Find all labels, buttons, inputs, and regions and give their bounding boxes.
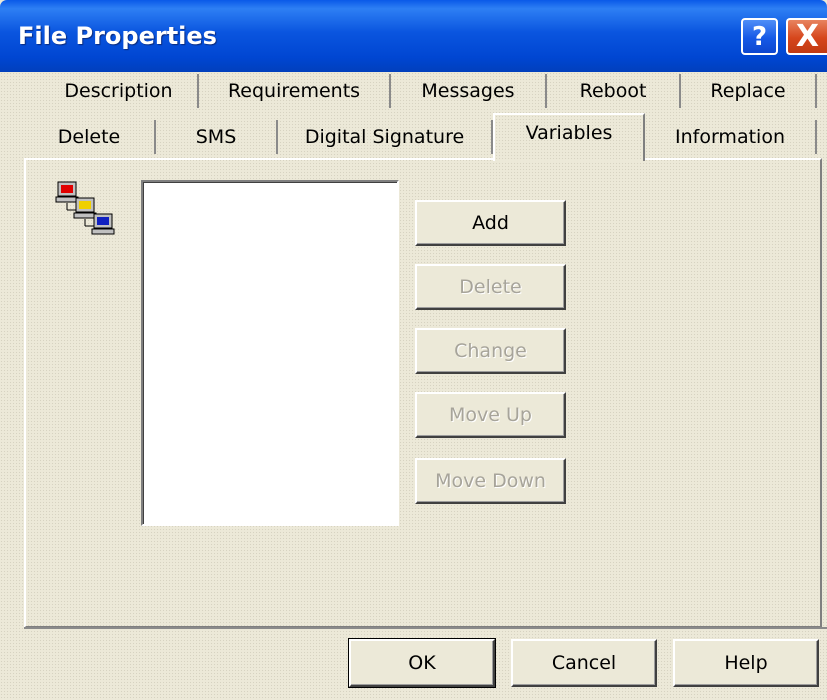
footer-separator (24, 627, 827, 629)
close-button[interactable]: X (786, 18, 827, 55)
tab-reboot[interactable]: Reboot (547, 74, 681, 108)
variables-listbox[interactable] (141, 180, 399, 526)
add-button[interactable]: Add (415, 200, 566, 246)
tab-delete[interactable]: Delete (24, 120, 156, 154)
tab-label: Reboot (579, 80, 647, 102)
move-down-button[interactable]: Move Down (415, 458, 566, 504)
networked-computers-icon (55, 181, 115, 235)
tab-replace[interactable]: Replace (681, 74, 817, 108)
dialog-client-area: Description Requirements Messages Reboot… (0, 72, 827, 700)
tab-label: Messages (421, 80, 515, 102)
title-bar[interactable]: File Properties ? X (0, 0, 827, 72)
button-label: Change (454, 340, 527, 362)
ok-button[interactable]: OK (348, 638, 496, 688)
window-title: File Properties (18, 22, 217, 50)
question-icon: ? (751, 21, 768, 52)
tab-messages[interactable]: Messages (391, 74, 547, 108)
close-icon: X (795, 19, 820, 54)
tab-variables[interactable]: Variables (495, 116, 643, 150)
help-button[interactable]: Help (673, 639, 819, 687)
delete-button[interactable]: Delete (415, 264, 566, 310)
help-title-button[interactable]: ? (741, 18, 778, 55)
tab-information[interactable]: Information (645, 120, 817, 154)
tab-label: Description (64, 80, 173, 102)
tab-label: SMS (195, 126, 237, 148)
button-label: Delete (459, 276, 522, 298)
button-label: Move Up (449, 404, 532, 426)
tab-label: Requirements (227, 80, 361, 102)
tab-label: Information (675, 126, 785, 148)
tab-description[interactable]: Description (40, 74, 199, 108)
tab-requirements[interactable]: Requirements (199, 74, 391, 108)
cancel-button[interactable]: Cancel (511, 639, 657, 687)
change-button[interactable]: Change (415, 328, 566, 374)
button-label: Help (724, 652, 768, 674)
tab-label: Digital Signature (304, 126, 465, 148)
tab-digital-signature[interactable]: Digital Signature (278, 120, 493, 154)
tab-label: Replace (710, 80, 786, 102)
tab-label: Variables (525, 122, 613, 144)
tab-sms[interactable]: SMS (156, 120, 278, 154)
button-label: Add (472, 212, 509, 234)
tab-label: Delete (57, 126, 121, 148)
button-label: Cancel (551, 652, 617, 674)
move-up-button[interactable]: Move Up (415, 392, 566, 438)
button-label: OK (408, 652, 436, 674)
button-label: Move Down (435, 470, 546, 492)
